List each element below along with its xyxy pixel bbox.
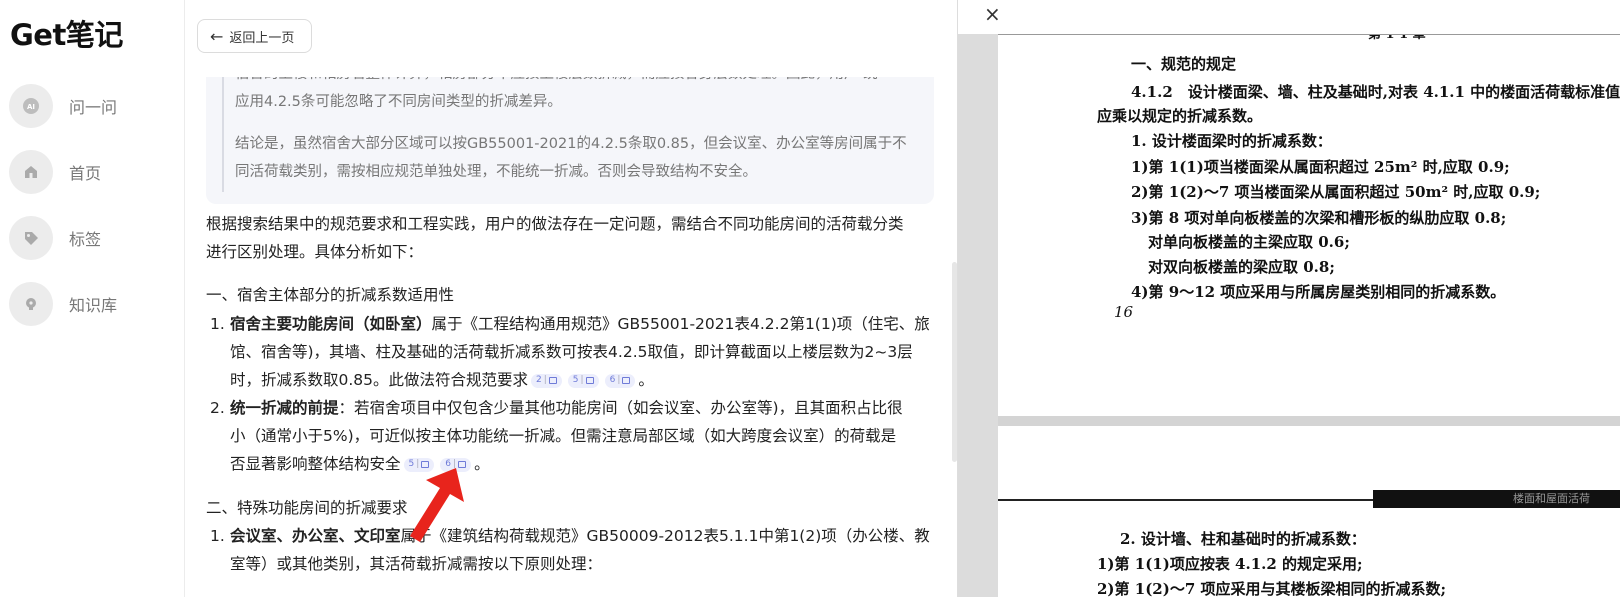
quote-text: 同活荷载类别，需按相应规范单独处理，不能统一折减。否则会导致结构不安全。 bbox=[235, 164, 757, 180]
list-number: 1. bbox=[210, 315, 225, 333]
list-item-text: 时，折减系数取0.85。此做法符合规范要求 bbox=[230, 371, 529, 389]
running-header: 楼面和屋面活荷 bbox=[1373, 490, 1620, 508]
doc-line: 一、规范的规定 bbox=[1131, 55, 1237, 73]
chat-panel: ← 返回上一页 宿舍的上楼和相房若整体计算，相房部分不应按上楼层数折减，而应按各… bbox=[186, 0, 957, 597]
intro-text: 进行区别处理。具体分析如下： bbox=[206, 243, 424, 261]
list-item-title: 统一折减的前提 bbox=[230, 399, 339, 417]
list-item: 1. 宿舍主要功能房间（如卧室）属于《工程结构通用规范》GB55001-2021… bbox=[210, 310, 934, 339]
list-item-text: ：若宿舍项目中仅包含少量其他功能房间（如会议室、办公室等)，且其面积占比很 bbox=[338, 399, 903, 417]
doc-line: 1. 设计楼面梁时的折减系数： bbox=[1131, 132, 1332, 150]
quote-block: 宿舍的上楼和相房若整体计算，相房部分不应按上楼层数折减，而应按各身层数处理。因此… bbox=[206, 60, 934, 204]
doc-line: 4.1.2 设计楼面梁、墙、柱及基础时,对表 4.1.1 中的楼面活荷载标准值 bbox=[1131, 83, 1620, 101]
citation-number: 5 bbox=[572, 375, 579, 386]
page-separator bbox=[998, 416, 1620, 426]
ai-icon: AI bbox=[9, 84, 53, 128]
list-item-title: 宿舍主要功能房间（如卧室） bbox=[230, 315, 432, 333]
list-item-text: 否显著影响整体结构安全 bbox=[230, 455, 401, 473]
citation-number: 6 bbox=[609, 375, 616, 386]
list-item: 1. 会议室、办公室、文印室属于《建筑结构荷载规范》GB50009-2012表5… bbox=[210, 522, 934, 551]
close-icon[interactable]: × bbox=[984, 2, 1001, 26]
sidebar-item-home[interactable]: 首页 bbox=[9, 150, 179, 194]
bulb-icon bbox=[9, 282, 53, 326]
book-icon bbox=[622, 377, 631, 384]
sidebar-item-label: 知识库 bbox=[69, 296, 118, 315]
red-arrow-annotation bbox=[410, 468, 464, 542]
book-icon bbox=[585, 377, 594, 384]
viewer-gutter bbox=[958, 34, 998, 597]
section-heading: 二、特殊功能房间的折减要求 bbox=[206, 499, 408, 517]
doc-line: 4)第 9～12 项应采用与所属房屋类别相同的折减系数。 bbox=[1131, 283, 1506, 301]
doc-line: 对双向板楼盖的梁应取 0.8; bbox=[1148, 258, 1335, 276]
document-viewer: × 第 1 1 章 一、规范的规定 4.1.2 设计楼面梁、墙、柱及基础时,对表… bbox=[957, 0, 1620, 597]
book-icon bbox=[548, 377, 557, 384]
list-item-line: 馆、宿舍等)，其墙、柱及基础的活荷载折减系数可按表4.2.5取值，即计算截面以上… bbox=[210, 338, 934, 367]
sidebar-item-label: 问一问 bbox=[69, 98, 118, 117]
document-page: 第 1 1 章 一、规范的规定 4.1.2 设计楼面梁、墙、柱及基础时,对表 4… bbox=[998, 34, 1620, 416]
citation-badge[interactable]: 6 | bbox=[604, 373, 636, 388]
quote-text: 应用4.2.5条可能忽略了不同房间类型的折减差异。 bbox=[235, 94, 562, 110]
doc-line: 3)第 8 项对单向板楼盖的次梁和槽形板的纵肋应取 0.8; bbox=[1131, 209, 1507, 227]
document-page: 楼面和屋面活荷 2. 设计墙、柱和基础时的折减系数： 1)第 1(1)项应按表 … bbox=[998, 426, 1620, 597]
quote-text: 结论是，虽然宿舍大部分区域可以按GB55001-2021的4.2.5条取0.85… bbox=[235, 136, 907, 152]
list-item-line: 否显著影响整体结构安全 5 | 6 |。 bbox=[210, 450, 934, 479]
list-item-title: 会议室、办公室、文印室 bbox=[230, 527, 401, 545]
back-button-label: 返回上一页 bbox=[229, 30, 295, 46]
citation-number: 2 bbox=[536, 375, 542, 386]
citation-badge[interactable]: 5 | bbox=[567, 373, 599, 388]
doc-line: 2)第 1(2)～7 项当楼面梁从属面积超过 50m² 时,应取 0.9; bbox=[1131, 183, 1541, 201]
list-item-text: 小（通常小于5%)，可近似按主体功能统一折减。但需注意局部区域（如大跨度会议室）… bbox=[230, 427, 897, 445]
list-item-end: 。 bbox=[638, 371, 654, 389]
page-number: 16 bbox=[1114, 303, 1134, 321]
list-item-line: 时，折减系数取0.85。此做法符合规范要求 2 | 5 | 6 |。 bbox=[210, 366, 934, 395]
list-item: 2. 统一折减的前提：若宿舍项目中仅包含少量其他功能房间（如会议室、办公室等)，… bbox=[210, 394, 934, 423]
ai-icon-text: AI bbox=[27, 103, 35, 111]
list-number: 1. bbox=[210, 527, 225, 545]
running-header-text: 楼面和屋面活荷 bbox=[1513, 492, 1590, 505]
intro-text: 根据搜索结果中的规范要求和工程实践，用户的做法存在一定问题，需结合不同功能房间的… bbox=[206, 215, 904, 233]
sidebar-item-label: 首页 bbox=[69, 164, 102, 183]
section-heading: 一、宿舍主体部分的折减系数适用性 bbox=[206, 286, 455, 304]
app-logo[interactable]: Get笔记 bbox=[10, 12, 123, 54]
quote-bar bbox=[222, 60, 224, 192]
tag-icon bbox=[9, 216, 53, 260]
back-button[interactable]: ← 返回上一页 bbox=[197, 19, 312, 53]
doc-line: 对单向板楼盖的主梁应取 0.6; bbox=[1148, 233, 1350, 251]
list-item-text: 属于《建筑结构荷载规范》GB50009-2012表5.1.1中第1(2)项（办公… bbox=[400, 527, 930, 545]
doc-line: 应乘以规定的折减系数。 bbox=[1097, 107, 1263, 125]
sidebar: Get笔记 AI 问一问 首页 标签 知识库 bbox=[0, 0, 185, 597]
doc-line: 2)第 1(2)～7 项应采用与其楼板梁相同的折减系数; bbox=[1097, 580, 1447, 597]
list-item-line: 室等）或其他类别，其活荷载折减需按以下原则处理： bbox=[210, 550, 934, 579]
list-item-line: 小（通常小于5%)，可近似按主体功能统一折减。但需注意局部区域（如大跨度会议室）… bbox=[210, 422, 934, 451]
doc-line: 2. 设计墙、柱和基础时的折减系数： bbox=[1120, 530, 1366, 548]
sidebar-item-tags[interactable]: 标签 bbox=[9, 216, 179, 260]
sidebar-item-ask[interactable]: AI 问一问 bbox=[9, 84, 179, 128]
arrow-left-icon: ← bbox=[210, 26, 224, 46]
list-item-text: 室等）或其他类别，其活荷载折减需按以下原则处理： bbox=[230, 555, 603, 573]
doc-line: 1)第 1(1)项应按表 4.1.2 的规定采用; bbox=[1097, 555, 1363, 573]
home-icon bbox=[9, 150, 53, 194]
sidebar-item-label: 标签 bbox=[69, 230, 102, 249]
sidebar-item-knowledge[interactable]: 知识库 bbox=[9, 282, 179, 326]
page-header-fragment: 第 1 1 章 bbox=[1368, 34, 1426, 42]
list-item-end: 。 bbox=[474, 455, 490, 473]
list-item-text: 属于《工程结构通用规范》GB55001-2021表4.2.2第1(1)项（住宅、… bbox=[431, 315, 930, 333]
citation-badge[interactable]: 2 | bbox=[531, 373, 562, 388]
doc-line: 1)第 1(1)项当楼面梁从属面积超过 25m² 时,应取 0.9; bbox=[1131, 158, 1510, 176]
list-number: 2. bbox=[210, 399, 225, 417]
list-item-text: 馆、宿舍等)，其墙、柱及基础的活荷载折减系数可按表4.2.5取值，即计算截面以上… bbox=[230, 343, 913, 361]
